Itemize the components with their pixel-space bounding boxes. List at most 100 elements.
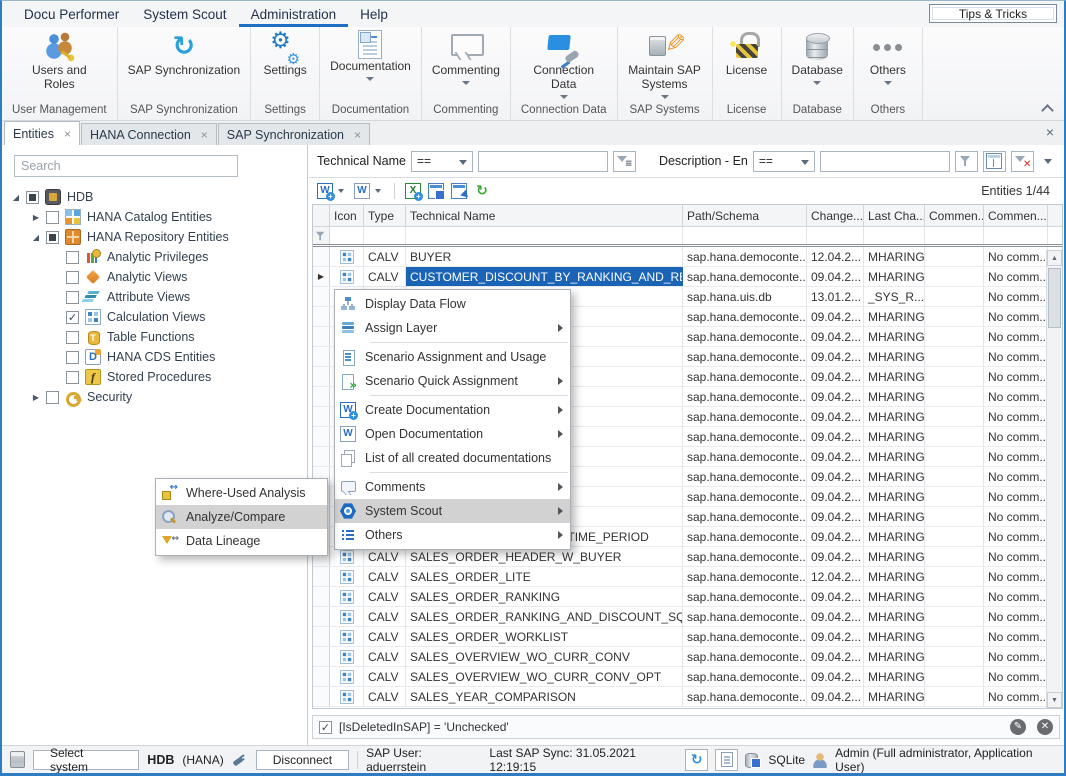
checkbox-unchecked[interactable] bbox=[66, 331, 79, 344]
tips-and-tricks-button[interactable]: Tips & Tricks bbox=[929, 4, 1057, 23]
cell-comment[interactable] bbox=[925, 627, 984, 646]
column-header-path-schema[interactable]: Path/Schema bbox=[683, 205, 807, 226]
cell-path-schema[interactable]: sap.hana.democonte... bbox=[683, 627, 807, 646]
ribbon-button-others[interactable]: Others bbox=[858, 27, 918, 86]
scroll-down-icon[interactable]: ▼ bbox=[1047, 692, 1062, 708]
cell-last-changed-by[interactable]: MHARING bbox=[864, 607, 925, 626]
cell-comments[interactable]: No comm... bbox=[984, 487, 1048, 506]
cell-comment[interactable] bbox=[925, 247, 984, 266]
context-menu-item-others[interactable]: Others bbox=[335, 523, 570, 547]
cell-path-schema[interactable]: sap.hana.democonte... bbox=[683, 607, 807, 626]
cell-comment[interactable] bbox=[925, 467, 984, 486]
filter-cell[interactable] bbox=[984, 227, 1048, 244]
context-menu-item-comments[interactable]: Comments bbox=[335, 475, 570, 499]
cell-changed[interactable]: 13.01.2... bbox=[807, 287, 864, 306]
filter-cell[interactable] bbox=[683, 227, 807, 244]
filter-editor-button[interactable] bbox=[983, 151, 1006, 172]
cell-comments[interactable]: No comm... bbox=[984, 667, 1048, 686]
ribbon-button-connection-data[interactable]: Connection Data bbox=[521, 27, 607, 100]
cell-comment[interactable] bbox=[925, 287, 984, 306]
cell-last-changed-by[interactable]: MHARING bbox=[864, 307, 925, 326]
cell-last-changed-by[interactable]: MHARING bbox=[864, 647, 925, 666]
cell-path-schema[interactable]: sap.hana.uis.db bbox=[683, 287, 807, 306]
filter-funnel-button[interactable] bbox=[955, 151, 978, 172]
cell-comment[interactable] bbox=[925, 307, 984, 326]
cell-type[interactable]: CALV bbox=[364, 627, 406, 646]
cell-path-schema[interactable]: sap.hana.democonte... bbox=[683, 327, 807, 346]
cell-changed[interactable]: 09.04.2... bbox=[807, 547, 864, 566]
scrollbar-thumb[interactable] bbox=[1048, 268, 1061, 328]
cell-path-schema[interactable]: sap.hana.democonte... bbox=[683, 447, 807, 466]
cell-comments[interactable]: No comm... bbox=[984, 567, 1048, 586]
cell-icon[interactable] bbox=[330, 647, 364, 666]
toolbar-button-excel-export[interactable] bbox=[403, 181, 423, 201]
tree-item-calculation-views[interactable]: Calculation Views bbox=[2, 307, 307, 327]
clear-filter-button[interactable] bbox=[1011, 151, 1034, 172]
filterbar-chevron-icon[interactable] bbox=[1044, 159, 1052, 164]
cell-comments[interactable]: No comm... bbox=[984, 247, 1048, 266]
cell-changed[interactable]: 09.04.2... bbox=[807, 387, 864, 406]
table-row[interactable]: CALVSALES_ORDER_HEADER_W_BUYERsap.hana.d… bbox=[313, 547, 1062, 567]
tree-item-table-functions[interactable]: Table Functions bbox=[2, 327, 307, 347]
cell-changed[interactable]: 09.04.2... bbox=[807, 627, 864, 646]
close-icon[interactable]: × bbox=[354, 128, 361, 142]
cell-changed[interactable]: 09.04.2... bbox=[807, 587, 864, 606]
cell-path-schema[interactable]: sap.hana.democonte... bbox=[683, 307, 807, 326]
cell-type[interactable]: CALV bbox=[364, 607, 406, 626]
filter-cell[interactable] bbox=[330, 227, 364, 244]
table-row[interactable]: CALVSALES_ORDER_LITEsap.hana.democonte..… bbox=[313, 567, 1062, 587]
cell-last-changed-by[interactable]: MHARING bbox=[864, 447, 925, 466]
search-input[interactable] bbox=[14, 155, 238, 177]
checkbox-checked[interactable] bbox=[66, 311, 79, 324]
context-menu-item-system-scout[interactable]: System Scout bbox=[335, 499, 570, 523]
tab-sap-synchronization[interactable]: SAP Synchronization× bbox=[218, 123, 370, 145]
table-row[interactable]: CALVBUYERsap.hana.democonte...12.04.2...… bbox=[313, 247, 1062, 267]
cell-type[interactable]: CALV bbox=[364, 647, 406, 666]
filter-field1-input[interactable] bbox=[478, 151, 608, 172]
dropdown-arrow-icon[interactable] bbox=[375, 189, 381, 193]
ribbon-button-maintain-sap-systems[interactable]: Maintain SAP Systems bbox=[622, 27, 708, 100]
cell-technical-name[interactable]: CUSTOMER_DISCOUNT_BY_RANKING_AND_REGION bbox=[406, 267, 683, 286]
cell-technical-name[interactable]: SALES_YEAR_COMPARISON bbox=[406, 687, 683, 706]
submenu-item-analyze-compare[interactable]: Analyze/Compare bbox=[156, 505, 327, 529]
context-menu-item-create-documentation[interactable]: Create Documentation bbox=[335, 398, 570, 422]
table-row[interactable]: CALVSALES_OVERVIEW_WO_CURR_CONVsap.hana.… bbox=[313, 647, 1062, 667]
cell-changed[interactable]: 09.04.2... bbox=[807, 327, 864, 346]
cell-last-changed-by[interactable]: MHARING bbox=[864, 627, 925, 646]
cell-last-changed-by[interactable]: MHARING bbox=[864, 427, 925, 446]
menu-item-docu-performer[interactable]: Docu Performer bbox=[12, 1, 131, 27]
cell-changed[interactable]: 09.04.2... bbox=[807, 507, 864, 526]
cell-comments[interactable]: No comm... bbox=[984, 447, 1048, 466]
filter-enabled-checkbox[interactable] bbox=[319, 721, 332, 734]
toolbar-button-table-save[interactable] bbox=[426, 181, 446, 201]
filter-cell[interactable] bbox=[807, 227, 864, 244]
expand-collapsed-icon[interactable]: ▶ bbox=[28, 213, 44, 222]
cell-path-schema[interactable]: sap.hana.democonte... bbox=[683, 467, 807, 486]
tree-item-attribute-views[interactable]: Attribute Views bbox=[2, 287, 307, 307]
cell-last-changed-by[interactable]: MHARING bbox=[864, 687, 925, 706]
cell-comments[interactable]: No comm... bbox=[984, 587, 1048, 606]
cell-last-changed-by[interactable]: MHARING bbox=[864, 567, 925, 586]
menu-item-system-scout[interactable]: System Scout bbox=[131, 1, 238, 27]
checkbox-unchecked[interactable] bbox=[66, 291, 79, 304]
checkbox-unchecked[interactable] bbox=[66, 371, 79, 384]
dropdown-arrow-icon[interactable] bbox=[338, 189, 344, 193]
context-menu-item-open-documentation[interactable]: Open Documentation bbox=[335, 422, 570, 446]
cell-comments[interactable]: No comm... bbox=[984, 527, 1048, 546]
cell-changed[interactable]: 09.04.2... bbox=[807, 647, 864, 666]
cell-technical-name[interactable]: SALES_OVERVIEW_WO_CURR_CONV_OPT bbox=[406, 667, 683, 686]
cell-last-changed-by[interactable]: MHARING bbox=[864, 507, 925, 526]
cell-changed[interactable]: 09.04.2... bbox=[807, 527, 864, 546]
cell-path-schema[interactable]: sap.hana.democonte... bbox=[683, 487, 807, 506]
context-menu-item-display-data-flow[interactable]: Display Data Flow bbox=[335, 292, 570, 316]
cell-comments[interactable]: No comm... bbox=[984, 647, 1048, 666]
cell-comment[interactable] bbox=[925, 347, 984, 366]
table-row[interactable]: CALVSALES_ORDER_RANKING_AND_DISCOUNT_SQL… bbox=[313, 607, 1062, 627]
edit-filter-icon[interactable] bbox=[1010, 719, 1026, 735]
cell-changed[interactable]: 09.04.2... bbox=[807, 407, 864, 426]
cell-comment[interactable] bbox=[925, 527, 984, 546]
cell-comment[interactable] bbox=[925, 507, 984, 526]
cell-last-changed-by[interactable]: MHARING bbox=[864, 367, 925, 386]
ribbon-button-commenting[interactable]: Commenting bbox=[426, 27, 506, 86]
cell-technical-name[interactable]: SALES_ORDER_LITE bbox=[406, 567, 683, 586]
